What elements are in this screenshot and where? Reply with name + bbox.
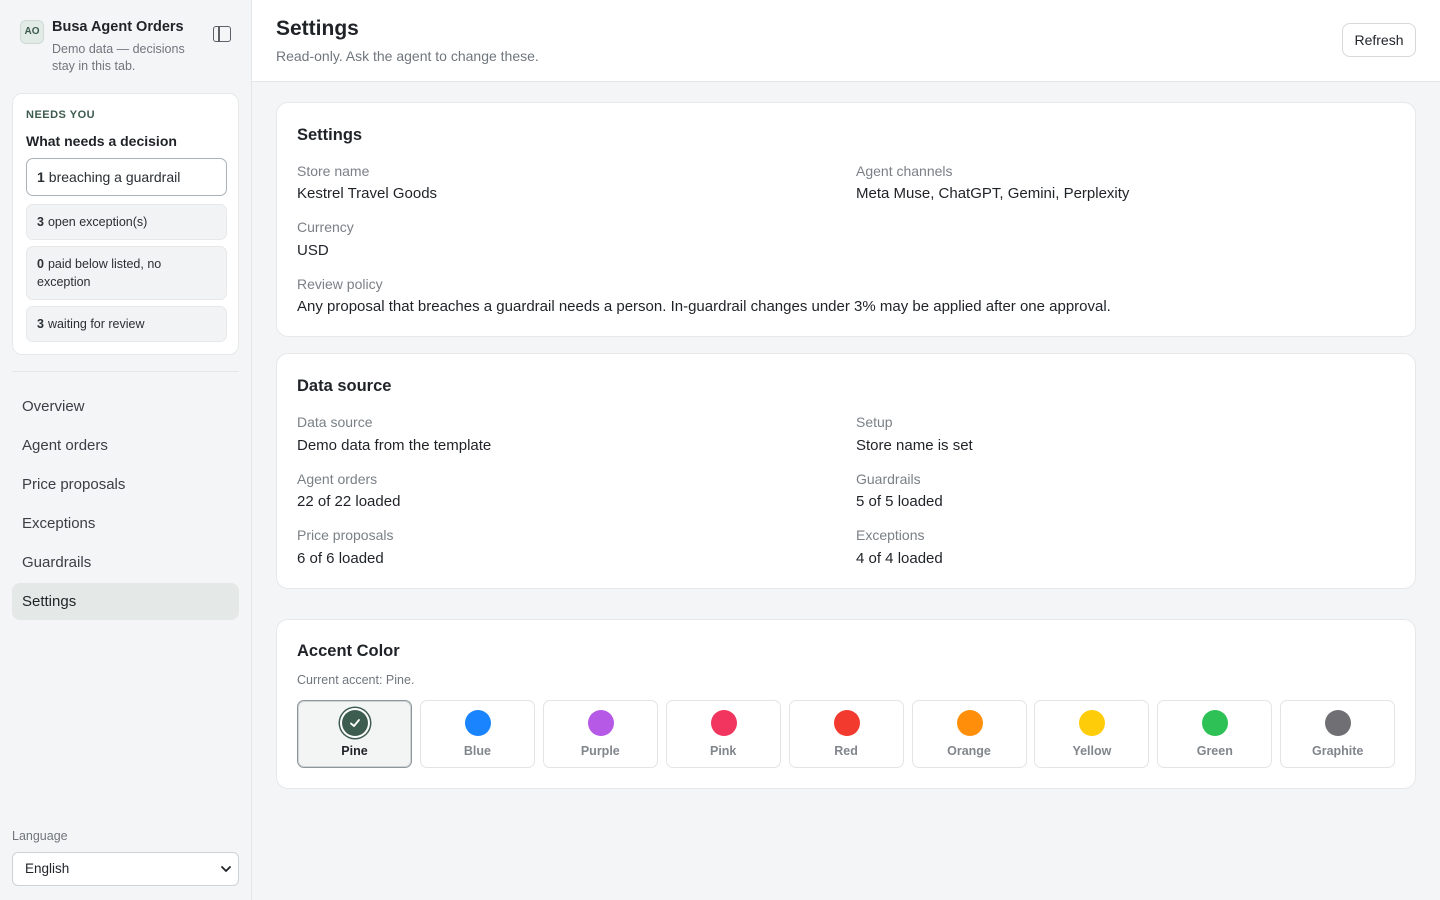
accent-swatch-label: Green xyxy=(1196,744,1233,758)
accent-swatch-red[interactable]: Red xyxy=(788,700,904,768)
currency-label: Currency xyxy=(297,219,354,235)
data-source-card: Data source Data source Demo data from t… xyxy=(276,353,1416,589)
accent-swatch-yellow[interactable]: Yellow xyxy=(1034,700,1150,768)
accent-swatch-graphite[interactable]: Graphite xyxy=(1280,700,1396,768)
sidebar-toggle-icon[interactable] xyxy=(213,26,231,42)
app-subtitle: Demo data — decisions stay in this tab. xyxy=(52,42,185,73)
color-dot-icon xyxy=(833,710,860,736)
accent-swatch-label: Graphite xyxy=(1311,744,1364,758)
channels-label: Agent channels xyxy=(856,163,953,179)
color-dot-icon xyxy=(1202,710,1229,736)
price-proposals-value: 6 of 6 loaded xyxy=(297,550,384,567)
accent-swatch-label: Pink xyxy=(709,744,737,758)
guardrails-label: Guardrails xyxy=(856,471,921,487)
page-title: Settings xyxy=(276,17,359,40)
language-select[interactable]: English xyxy=(12,852,239,886)
nav-item-agent-orders[interactable]: Agent orders xyxy=(12,427,239,464)
needs-label: paid below listed, no exception xyxy=(37,257,162,289)
accent-swatch-label: Red xyxy=(834,744,858,758)
data-source-label: Data source xyxy=(297,414,373,430)
needs-label: waiting for review xyxy=(47,317,145,331)
card-title: Data source xyxy=(297,377,392,395)
nav-item-settings[interactable]: Settings xyxy=(12,583,239,620)
language-value: English xyxy=(25,861,70,876)
avatar: AO xyxy=(20,20,44,44)
color-dot-icon xyxy=(464,710,491,736)
color-dot-icon xyxy=(587,710,614,736)
color-dot-icon xyxy=(956,710,983,736)
needs-title: What needs a decision xyxy=(26,133,177,149)
needs-count: 3 xyxy=(37,317,44,331)
needs-item-breaching[interactable]: 1 breaching a guardrail xyxy=(26,158,227,196)
accent-swatch-orange[interactable]: Orange xyxy=(911,700,1027,768)
price-proposals-label: Price proposals xyxy=(297,527,394,543)
nav-item-exceptions[interactable]: Exceptions xyxy=(12,505,239,542)
needs-label: open exception(s) xyxy=(47,215,148,229)
needs-count: 1 xyxy=(37,169,45,185)
accent-swatch-label: Yellow xyxy=(1072,744,1112,758)
accent-swatch-green[interactable]: Green xyxy=(1157,700,1273,768)
currency-value: USD xyxy=(297,242,329,259)
needs-you-card: NEEDS YOU What needs a decision 1 breach… xyxy=(12,93,239,355)
agent-orders-label: Agent orders xyxy=(297,471,378,487)
accent-swatch-pink[interactable]: Pink xyxy=(665,700,781,768)
brand: AO Busa Agent Orders Demo data — decisio… xyxy=(20,18,242,78)
accent-swatch-purple[interactable]: Purple xyxy=(542,700,658,768)
accent-swatch-blue[interactable]: Blue xyxy=(419,700,535,768)
accent-swatch-label: Pine xyxy=(341,744,368,758)
needs-label: breaching a guardrail xyxy=(48,169,181,185)
exceptions-label: Exceptions xyxy=(856,527,925,543)
accent-swatch-label: Purple xyxy=(580,744,620,758)
channels-value: Meta Muse, ChatGPT, Gemini, Perplexity xyxy=(856,185,1130,202)
card-title: Accent Color xyxy=(297,642,400,660)
review-policy-value: Any proposal that breaches a guardrail n… xyxy=(297,298,1111,315)
needs-count: 0 xyxy=(37,257,44,271)
color-dot-icon xyxy=(1325,710,1352,736)
current-accent-text: Current accent: Pine. xyxy=(297,673,415,687)
nav-item-overview[interactable]: Overview xyxy=(12,388,239,425)
accent-swatch-pine[interactable]: Pine xyxy=(297,700,412,768)
refresh-button[interactable]: Refresh xyxy=(1342,23,1416,57)
setup-label: Setup xyxy=(856,414,893,430)
settings-card: Settings Store name Kestrel Travel Goods… xyxy=(276,102,1416,337)
setup-value: Store name is set xyxy=(856,437,973,454)
language-label: Language xyxy=(12,829,68,843)
page-header: Settings Read-only. Ask the agent to cha… xyxy=(252,0,1440,82)
card-title: Settings xyxy=(297,126,363,144)
agent-orders-value: 22 of 22 loaded xyxy=(297,493,401,510)
review-policy-label: Review policy xyxy=(297,276,383,292)
nav-item-guardrails[interactable]: Guardrails xyxy=(12,544,239,581)
accent-swatch-label: Blue xyxy=(463,744,491,758)
needs-count: 3 xyxy=(37,215,44,229)
data-source-value: Demo data from the template xyxy=(297,437,492,454)
needs-kicker: NEEDS YOU xyxy=(26,109,96,121)
color-dot-icon xyxy=(1079,710,1106,736)
color-dot-icon xyxy=(710,710,737,736)
exceptions-value: 4 of 4 loaded xyxy=(856,550,943,567)
sidebar: AO Busa Agent Orders Demo data — decisio… xyxy=(0,0,252,900)
accent-color-card: Accent Color Current accent: Pine. Pine B… xyxy=(276,619,1416,789)
color-dot-icon xyxy=(342,710,368,736)
app-title: Busa Agent Orders xyxy=(52,19,184,35)
page-subtitle: Read-only. Ask the agent to change these… xyxy=(276,48,539,64)
chevron-down-icon xyxy=(221,866,231,872)
accent-swatch-label: Orange xyxy=(947,744,991,758)
guardrails-value: 5 of 5 loaded xyxy=(856,493,943,510)
needs-item-waiting[interactable]: 3 waiting for review xyxy=(26,306,227,342)
store-name-value: Kestrel Travel Goods xyxy=(297,185,438,202)
store-name-label: Store name xyxy=(297,163,370,179)
nav-item-price-proposals[interactable]: Price proposals xyxy=(12,466,239,503)
sidebar-divider xyxy=(12,371,239,372)
check-icon xyxy=(350,719,360,727)
needs-item-paid-below[interactable]: 0 paid below listed, no exception xyxy=(26,246,227,300)
needs-item-exceptions[interactable]: 3 open exception(s) xyxy=(26,204,227,240)
